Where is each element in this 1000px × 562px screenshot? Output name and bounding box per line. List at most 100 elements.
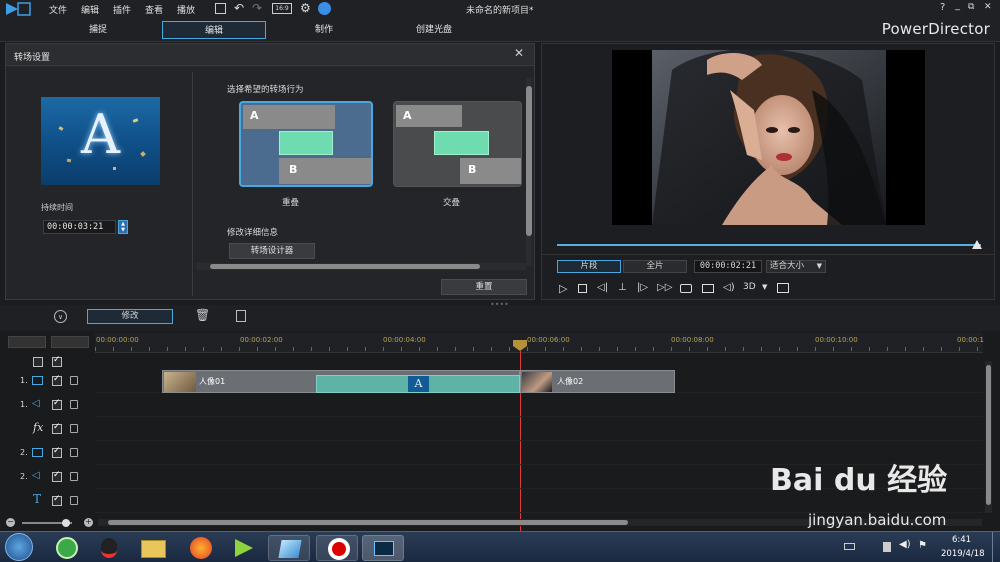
fit-size-select[interactable]: 适合大小 ▼ bbox=[766, 260, 826, 273]
taskbar-powerdirector-icon[interactable] bbox=[362, 535, 404, 561]
chevron-down-icon: ▼ bbox=[816, 262, 822, 270]
menu-plugins[interactable]: 插件 bbox=[113, 3, 131, 16]
reset-button[interactable]: 重置 bbox=[441, 279, 527, 295]
progress-handle[interactable] bbox=[971, 240, 982, 249]
play-icon[interactable]: ▷ bbox=[559, 282, 567, 295]
taskbar-app-2[interactable] bbox=[268, 535, 310, 561]
duration-spinner[interactable]: ▲ ▼ bbox=[118, 220, 128, 234]
snapshot-icon[interactable] bbox=[680, 284, 692, 293]
overlap-option[interactable]: A B bbox=[239, 101, 373, 187]
previous-frame-icon[interactable]: ◁| bbox=[597, 282, 608, 293]
account-icon[interactable] bbox=[318, 2, 331, 15]
list-edit-icon[interactable] bbox=[236, 310, 246, 322]
menu-file[interactable]: 文件 bbox=[49, 3, 67, 16]
fit-timeline-button[interactable] bbox=[8, 336, 46, 348]
next-frame-icon[interactable]: |▷ bbox=[637, 282, 648, 293]
close-icon[interactable]: ✕ bbox=[514, 46, 524, 60]
lock-icon[interactable] bbox=[70, 472, 78, 481]
stop-icon[interactable] bbox=[578, 284, 587, 293]
transition-region[interactable]: A bbox=[316, 375, 520, 393]
lock-icon[interactable] bbox=[70, 448, 78, 457]
close-button[interactable]: ✕ bbox=[984, 2, 992, 12]
tab-clip-mode[interactable]: 片段 bbox=[557, 260, 621, 273]
redo-icon[interactable]: ↷ bbox=[252, 1, 262, 15]
start-button[interactable] bbox=[5, 533, 33, 561]
all-tracks-toggle[interactable] bbox=[33, 357, 43, 367]
fit-size-label: 适合大小 bbox=[770, 261, 805, 271]
ruler-label: 00:00:1 bbox=[957, 336, 984, 344]
taskbar-firefox-icon[interactable] bbox=[180, 535, 222, 561]
lock-icon[interactable] bbox=[70, 496, 78, 505]
tray-volume-icon[interactable]: ◀) bbox=[899, 539, 911, 550]
tray-keyboard-icon[interactable] bbox=[844, 543, 855, 550]
tray-flag-icon[interactable]: ⚑ bbox=[918, 540, 927, 551]
track-enable-checkbox[interactable] bbox=[52, 446, 62, 458]
zoom-out-icon[interactable]: − bbox=[6, 518, 15, 527]
taskbar-qq-icon[interactable] bbox=[88, 535, 130, 561]
preview-progress-track[interactable] bbox=[557, 240, 982, 249]
3d-mode-button[interactable]: 3D bbox=[743, 282, 756, 292]
restore-button[interactable]: ⧉ bbox=[968, 2, 974, 12]
track-enable-checkbox[interactable] bbox=[52, 470, 62, 482]
minimize-button[interactable]: _ bbox=[955, 0, 960, 11]
video-track-icon bbox=[32, 376, 43, 385]
help-button[interactable]: ? bbox=[940, 2, 945, 13]
track-enable-checkbox[interactable] bbox=[52, 422, 62, 434]
taskbar-explorer-icon[interactable] bbox=[132, 535, 174, 561]
video-track-icon bbox=[32, 448, 43, 457]
track-header-audio-2: 2. ◁ bbox=[0, 465, 90, 489]
fast-forward-icon[interactable]: ▷▷ bbox=[657, 282, 672, 293]
cross-option[interactable]: A B bbox=[393, 101, 522, 187]
menu-view[interactable]: 查看 bbox=[145, 3, 163, 16]
settings-gear-icon[interactable]: ⚙ bbox=[300, 1, 311, 15]
clock-date[interactable]: 2019/4/18 bbox=[941, 549, 985, 559]
preview-divider bbox=[542, 254, 994, 255]
track-header-audio-1: 1. ◁ bbox=[0, 393, 90, 417]
undock-icon[interactable] bbox=[777, 283, 789, 293]
lock-icon[interactable] bbox=[70, 376, 78, 385]
clock-time[interactable]: 6:41 bbox=[952, 535, 971, 545]
lock-icon[interactable] bbox=[70, 424, 78, 433]
lane-fx[interactable] bbox=[95, 417, 983, 441]
duration-input[interactable]: 00:00:03:21 bbox=[43, 220, 116, 234]
trash-icon[interactable]: 🗑 bbox=[195, 308, 210, 322]
horizontal-scrollbar[interactable] bbox=[196, 263, 526, 270]
track-manager-button[interactable] bbox=[51, 336, 89, 348]
audio-track-icon: ◁ bbox=[32, 398, 40, 409]
split-icon[interactable]: ⊥ bbox=[618, 282, 627, 293]
tab-edit[interactable]: 编辑 bbox=[162, 21, 266, 39]
lane-audio-1[interactable] bbox=[95, 393, 983, 417]
menu-edit[interactable]: 编辑 bbox=[81, 3, 99, 16]
taskbar-record-icon[interactable] bbox=[316, 535, 358, 561]
undo-icon[interactable]: ↶ bbox=[234, 1, 244, 15]
clip-portrait-02[interactable]: 人像02 bbox=[520, 370, 675, 393]
show-desktop-button[interactable] bbox=[992, 532, 1000, 562]
tray-network-icon[interactable] bbox=[883, 542, 891, 552]
aspect-ratio-icon[interactable]: 16:9 bbox=[272, 3, 292, 14]
zoom-slider-thumb[interactable] bbox=[62, 519, 70, 527]
tab-capture[interactable]: 捕捉 bbox=[46, 21, 150, 39]
transition-designer-button[interactable]: 转场设计器 bbox=[229, 243, 315, 259]
tab-create-disc[interactable]: 创建光盘 bbox=[382, 21, 486, 39]
menu-play[interactable]: 播放 bbox=[177, 3, 195, 16]
modify-button[interactable]: 修改 bbox=[87, 309, 173, 324]
tab-produce[interactable]: 制作 bbox=[272, 21, 376, 39]
tab-movie-mode[interactable]: 全片 bbox=[623, 260, 687, 273]
zoom-in-icon[interactable]: + bbox=[84, 518, 93, 527]
taskbar-media-icon[interactable] bbox=[225, 535, 267, 561]
volume-icon[interactable]: ◁) bbox=[723, 282, 735, 293]
taskbar-app-1[interactable] bbox=[46, 535, 88, 561]
vertical-scrollbar[interactable] bbox=[526, 78, 532, 266]
chevron-down-icon[interactable]: ▼ bbox=[762, 283, 767, 291]
save-icon[interactable] bbox=[215, 3, 226, 14]
time-ruler[interactable]: 00:00:00:00 00:00:02:00 00:00:04:00 00:0… bbox=[95, 333, 984, 353]
expand-circle-icon[interactable]: ∨ bbox=[54, 310, 67, 323]
timeline-vertical-scrollbar[interactable] bbox=[985, 361, 992, 513]
track-enable-checkbox[interactable] bbox=[52, 374, 62, 386]
subtitle-icon[interactable] bbox=[702, 284, 714, 293]
lock-icon[interactable] bbox=[70, 400, 78, 409]
zoom-slider[interactable] bbox=[22, 519, 72, 527]
track-enable-checkbox[interactable] bbox=[52, 398, 62, 410]
all-tracks-checkbox[interactable] bbox=[52, 355, 62, 367]
track-enable-checkbox[interactable] bbox=[52, 494, 62, 506]
